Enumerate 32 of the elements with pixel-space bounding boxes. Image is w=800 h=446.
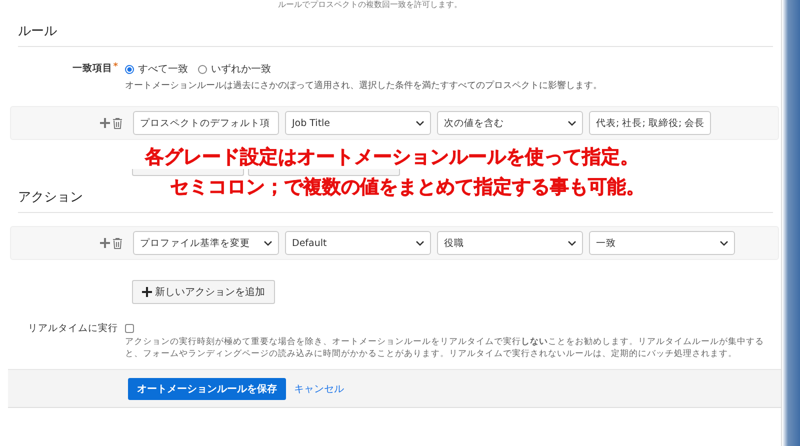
help-text: アクションの実行時刻が極めて重要な場合を除き、オートメーションルールをリアルタイムで実行しないことをお勧めします。リアルタイムルールが集中すると、フォームやランディングページの読み込みに時間がかかることがあります。リアルタイムで実行されないルールは、定期的にバッチ処理されます。 [125,336,765,360]
dropdown[interactable]: 役職 [437,231,583,255]
caret-icon [568,120,576,126]
dropdown[interactable]: 一致 [589,231,735,255]
help-text: オートメーションルールは過去にさかのぼって適用され、選択した条件を満たすすべてのプロスペクトに影響します。 [125,79,602,92]
description-text: ルールでプロスペクトの複数回一致を許可します。 [278,0,463,10]
save-button[interactable]: オートメーションルールを保存 [128,378,286,400]
dropdown[interactable]: Default [285,231,431,255]
trash-icon[interactable] [113,118,122,128]
dropdown[interactable]: Job Title [285,111,431,135]
dropdown[interactable]: プロスペクトのデフォルト項 [133,111,279,135]
caret-icon [568,240,576,246]
input-field[interactable]: 代表; 社長; 取締役; 会長 [589,111,711,135]
dropdown[interactable]: 次の値を含む [437,111,583,135]
radio-option[interactable]: いずれか一致 [198,62,271,76]
checkbox[interactable] [125,324,134,333]
caret-icon [720,240,728,246]
plus-icon[interactable] [142,287,152,297]
caret-icon [264,240,272,246]
dropdown[interactable]: プロファイル基準を変更 [133,231,279,255]
cancel-link[interactable]: キャンセル [294,382,344,396]
annotation-text: 各グレード設定はオートメーションルールを使って指定。 [145,147,639,167]
field-label: リアルタイムに実行 [27,322,119,336]
annotation-text: セミコロン；で複数の値をまとめて指定する事も可能。 [170,177,645,197]
trash-icon[interactable] [113,238,122,248]
caret-icon [416,120,424,126]
section-heading: アクション [18,189,83,206]
radio-option[interactable]: すべて一致 [125,62,188,76]
section-heading: ルール [18,23,57,40]
add-action-button[interactable]: 新しいアクションを追加 [132,280,275,304]
caret-icon [416,240,424,246]
field-label: 一致項目* [71,62,119,76]
